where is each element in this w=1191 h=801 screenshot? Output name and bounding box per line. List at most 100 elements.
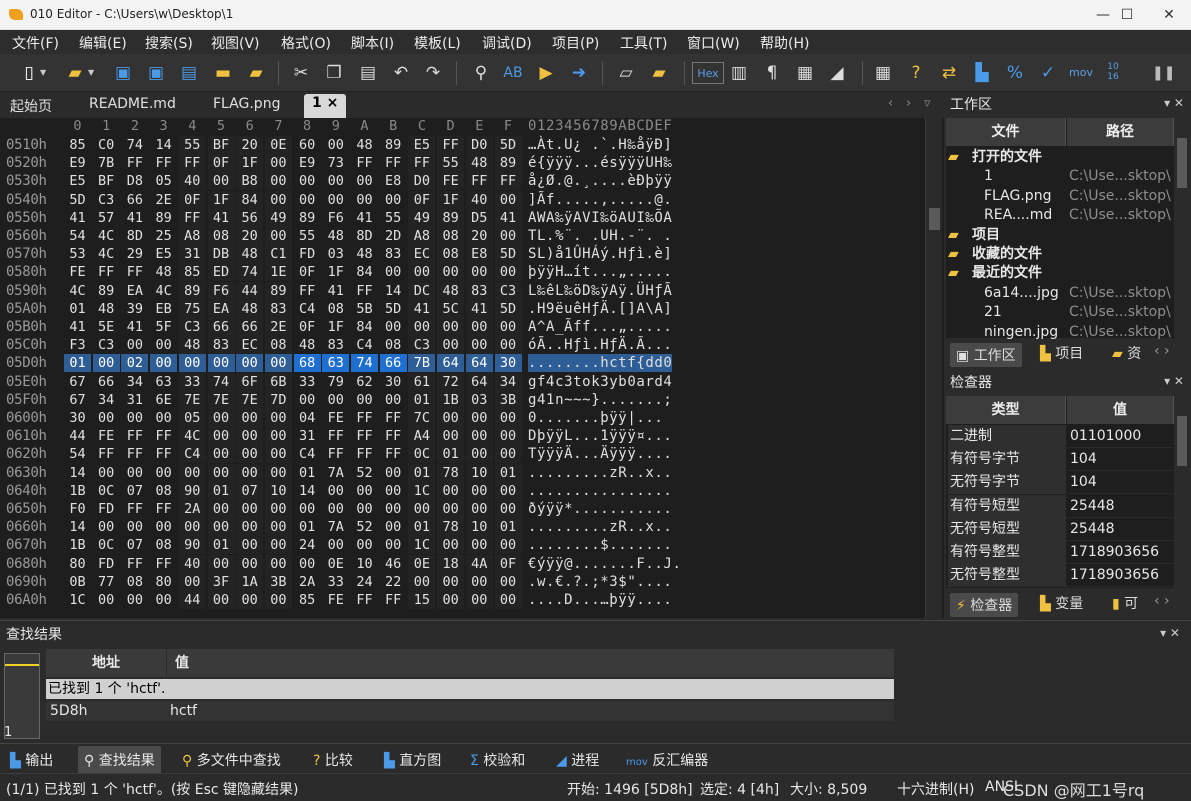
hex-byte[interactable]: FD xyxy=(294,245,321,263)
hex-byte[interactable]: 31 xyxy=(121,391,148,409)
hex-byte[interactable]: 8D xyxy=(351,227,378,245)
hex-byte[interactable]: 00 xyxy=(207,518,235,537)
ascii-column[interactable]: ]Ãf.....,.....@. xyxy=(528,191,672,209)
hex-byte[interactable]: 00 xyxy=(494,427,522,446)
ascii-column[interactable]: A^A_Ãff...„..... xyxy=(528,318,672,336)
hex-byte[interactable]: 34 xyxy=(494,372,522,391)
hex-byte[interactable]: 00 xyxy=(207,354,235,373)
hex-byte[interactable]: 00 xyxy=(465,500,493,518)
hex-byte[interactable]: 48 xyxy=(236,245,264,264)
tab-compare[interactable]: ? 比较 xyxy=(313,750,353,770)
tab-inspector[interactable]: ⚡ 检查器 xyxy=(950,593,1019,617)
hex-byte[interactable]: 00 xyxy=(93,591,120,609)
hex-byte[interactable]: 66 xyxy=(207,318,235,336)
hex-byte[interactable]: 00 xyxy=(494,500,522,518)
hex-byte[interactable]: 56 xyxy=(236,208,264,227)
hex-byte[interactable]: 00 xyxy=(294,172,321,190)
hex-byte[interactable]: 1F xyxy=(322,263,349,281)
ascii-column[interactable]: g41n~~~}.......; xyxy=(528,391,672,409)
tab-workspace[interactable]: ▣ 工作区 xyxy=(950,343,1022,367)
hex-byte[interactable]: 00 xyxy=(380,536,407,554)
hex-byte[interactable]: FF xyxy=(408,154,436,173)
hex-byte[interactable]: 00 xyxy=(494,591,522,609)
col-address-header[interactable]: 地址 xyxy=(46,649,166,677)
hex-byte[interactable]: 34 xyxy=(93,391,120,409)
hex-byte[interactable]: 85 xyxy=(178,263,206,282)
hex-byte[interactable]: 84 xyxy=(236,190,264,209)
hex-byte[interactable]: A8 xyxy=(408,227,436,245)
redo-icon[interactable]: ↷ xyxy=(422,62,444,84)
hex-byte[interactable]: 08 xyxy=(264,336,292,355)
col-type-header[interactable]: 类型 xyxy=(946,396,1066,424)
workspace-file-item[interactable]: 21 C:\Use...sktop\ xyxy=(946,303,1174,322)
hex-byte[interactable]: A8 xyxy=(178,227,206,245)
hex-byte[interactable]: 25 xyxy=(150,227,177,245)
hex-byte[interactable]: 00 xyxy=(380,518,407,536)
hex-byte[interactable]: FF xyxy=(351,409,378,427)
hex-byte[interactable]: 00 xyxy=(264,518,292,537)
hex-byte[interactable]: 00 xyxy=(351,191,378,209)
hex-byte[interactable]: 85 xyxy=(64,136,91,154)
hex-byte[interactable]: 90 xyxy=(178,481,206,500)
hex-byte[interactable]: 7B xyxy=(408,354,436,373)
ascii-column[interactable]: ........hctf{dd0 xyxy=(528,354,673,373)
hex-byte[interactable]: 14 xyxy=(150,136,177,154)
percent-icon[interactable]: % xyxy=(1004,62,1026,84)
close-window-button[interactable]: ✕ xyxy=(1146,0,1191,30)
hex-byte[interactable]: 00 xyxy=(408,500,436,518)
tab-disassembler[interactable]: mov 反汇编器 xyxy=(626,750,708,770)
hex-byte[interactable]: 52 xyxy=(351,518,378,536)
hex-byte[interactable]: C3 xyxy=(93,191,120,209)
menu-file[interactable]: 文件(F) xyxy=(12,33,59,53)
hex-byte[interactable]: 00 xyxy=(150,409,177,427)
hex-byte[interactable]: 61 xyxy=(408,372,436,391)
tab-find-in-files[interactable]: ⚲ 多文件中查找 xyxy=(182,750,281,770)
hex-byte[interactable]: 31 xyxy=(294,427,321,445)
hex-byte[interactable]: BF xyxy=(207,136,235,154)
hex-byte[interactable]: 49 xyxy=(408,208,436,227)
hex-byte[interactable]: FF xyxy=(380,591,407,609)
hex-byte[interactable]: 14 xyxy=(380,282,407,300)
hex-byte[interactable]: 0F xyxy=(294,318,321,336)
hex-byte[interactable]: 72 xyxy=(437,372,465,391)
new-file-icon[interactable]: ▯ xyxy=(18,62,40,84)
hex-byte[interactable]: 0E xyxy=(264,136,292,154)
hex-byte[interactable]: FF xyxy=(494,172,522,191)
hex-byte[interactable]: 00 xyxy=(494,318,522,336)
ascii-column[interactable]: .w.€.?.;*3$".... xyxy=(528,573,672,591)
hex-byte[interactable]: 00 xyxy=(150,518,177,536)
hex-byte[interactable]: BF xyxy=(93,172,120,190)
hex-byte[interactable]: 00 xyxy=(380,482,407,500)
workspace-scrollbar[interactable] xyxy=(1175,118,1189,338)
hex-row[interactable]: 05A0h 01 48 39 EB 75 EA 48 83 C4 08 5B 5D 41 5C 41 5D .H9… xyxy=(0,299,944,318)
workspace-file-item[interactable]: FLAG.png C:\Use...sktop\ xyxy=(946,187,1174,206)
hex-byte[interactable]: E5 xyxy=(150,245,177,263)
workspace-group[interactable]: ▰ 打开的文件 xyxy=(946,148,1174,167)
scrollbar-thumb[interactable] xyxy=(929,208,940,230)
hex-row[interactable]: 0670h 1B 0C 07 08 90 01 00 00 24 00 00 00 1C 00 00 00...… xyxy=(0,536,944,555)
tab-more[interactable]: ▮ 可 xyxy=(1112,593,1138,613)
hex-byte[interactable]: E9 xyxy=(294,154,321,172)
col-file-header[interactable]: 文件 xyxy=(946,118,1066,146)
inspector-row[interactable]: 无符号整型 1718903656 xyxy=(946,564,1174,588)
hex-byte[interactable]: 00 xyxy=(437,318,465,336)
hex-byte[interactable]: 54 xyxy=(64,445,91,463)
chevron-left-icon[interactable]: ‹ xyxy=(888,96,893,111)
hex-byte[interactable]: 0F xyxy=(494,554,522,573)
hex-byte[interactable]: 15 xyxy=(408,591,436,609)
folder-icon[interactable]: ▬ xyxy=(212,62,234,84)
hex-byte[interactable]: 00 xyxy=(264,536,292,555)
hex-byte[interactable]: 14 xyxy=(64,464,91,482)
hex-byte[interactable]: FF xyxy=(150,427,177,445)
hex-row[interactable]: 0660h 14 00 00 00 00 00 00 00 01 7A 52 00 01 78 10 01...… xyxy=(0,518,944,537)
save-as-icon[interactable]: ▣ xyxy=(145,62,167,84)
hex-byte[interactable]: 00 xyxy=(494,336,522,355)
hex-byte[interactable]: 67 xyxy=(64,373,91,391)
hex-byte[interactable]: FF xyxy=(351,591,378,609)
hex-byte[interactable]: 41 xyxy=(64,318,91,336)
hex-byte[interactable]: 10 xyxy=(264,481,292,500)
hex-row[interactable]: 0620h 54 FF FF FF C4 00 00 00 C4 FF FF FF 0C 01 00 00 Tÿÿ… xyxy=(0,445,944,464)
hex-byte[interactable]: 00 xyxy=(236,500,264,518)
find-in-files-icon[interactable]: ▶ xyxy=(535,62,557,84)
hex-byte[interactable]: 48 xyxy=(322,227,349,245)
